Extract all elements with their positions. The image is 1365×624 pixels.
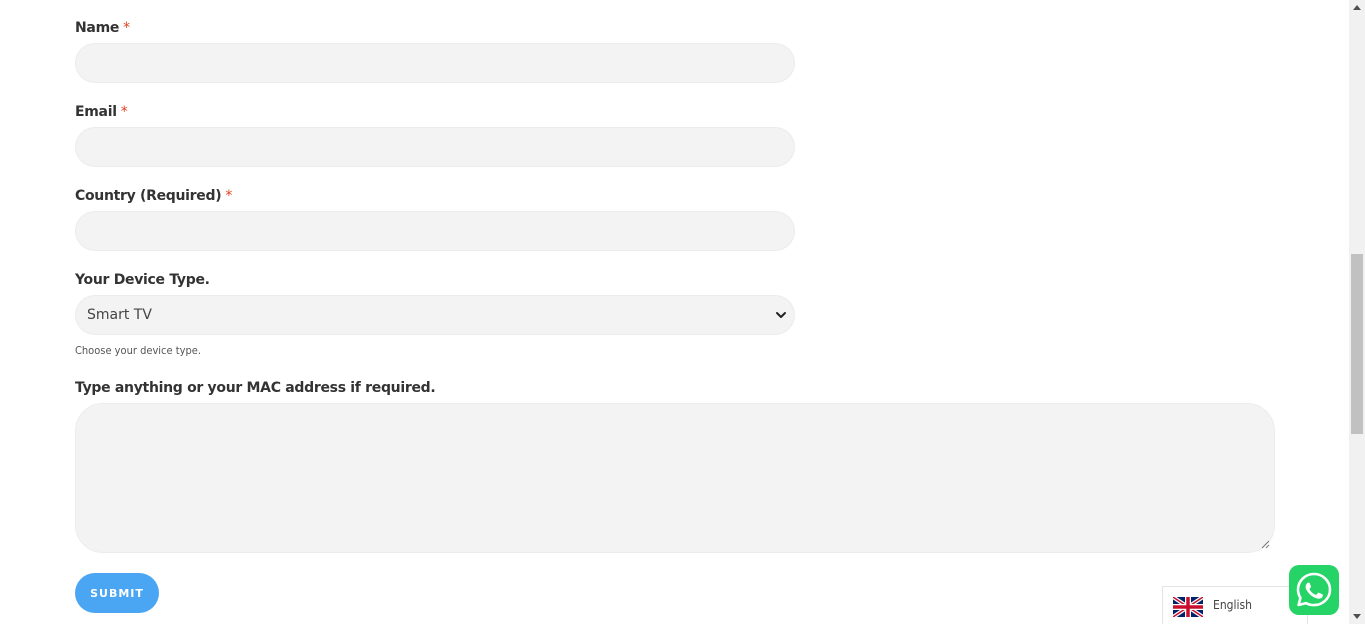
email-required-mark: * — [120, 104, 128, 120]
submit-button-label: SUBMIT — [90, 586, 144, 600]
country-required-mark: * — [225, 188, 233, 204]
device-type-selected-value: Smart TV — [87, 307, 152, 323]
scrollbar-thumb[interactable] — [1351, 254, 1363, 434]
chevron-down-icon — [776, 312, 786, 318]
device-type-label: Your Device Type. — [75, 272, 210, 288]
email-label-text: Email — [75, 104, 117, 120]
vertical-scrollbar[interactable] — [1349, 0, 1365, 624]
message-label-text: Type anything or your MAC address if req… — [75, 380, 436, 396]
email-input[interactable] — [75, 127, 795, 167]
whatsapp-icon — [1296, 572, 1332, 607]
country-label-text: Country (Required) — [75, 188, 222, 204]
scroll-down-arrow-icon[interactable] — [1353, 614, 1361, 619]
message-textarea[interactable] — [75, 403, 1275, 553]
name-label: Name * — [75, 20, 130, 36]
email-label: Email * — [75, 104, 128, 120]
contact-form-page: Name * Email * Country (Required) * Your De… — [0, 0, 1365, 624]
uk-flag-icon — [1173, 597, 1203, 617]
language-switcher[interactable]: English — [1162, 586, 1308, 624]
device-type-label-text: Your Device Type. — [75, 272, 210, 288]
device-type-help-text: Choose your device type. — [75, 344, 201, 357]
language-label: English — [1213, 598, 1252, 612]
submit-button[interactable]: SUBMIT — [75, 573, 159, 613]
country-label: Country (Required) * — [75, 188, 232, 204]
resize-grip-icon[interactable] — [1261, 540, 1270, 549]
country-input[interactable] — [75, 211, 795, 251]
name-label-text: Name — [75, 20, 120, 36]
name-required-mark: * — [123, 20, 130, 36]
device-type-select[interactable]: Smart TV — [75, 295, 795, 335]
scroll-up-arrow-icon[interactable] — [1353, 5, 1361, 10]
name-input[interactable] — [75, 43, 795, 83]
whatsapp-button[interactable] — [1289, 565, 1339, 615]
message-label: Type anything or your MAC address if req… — [75, 380, 436, 396]
